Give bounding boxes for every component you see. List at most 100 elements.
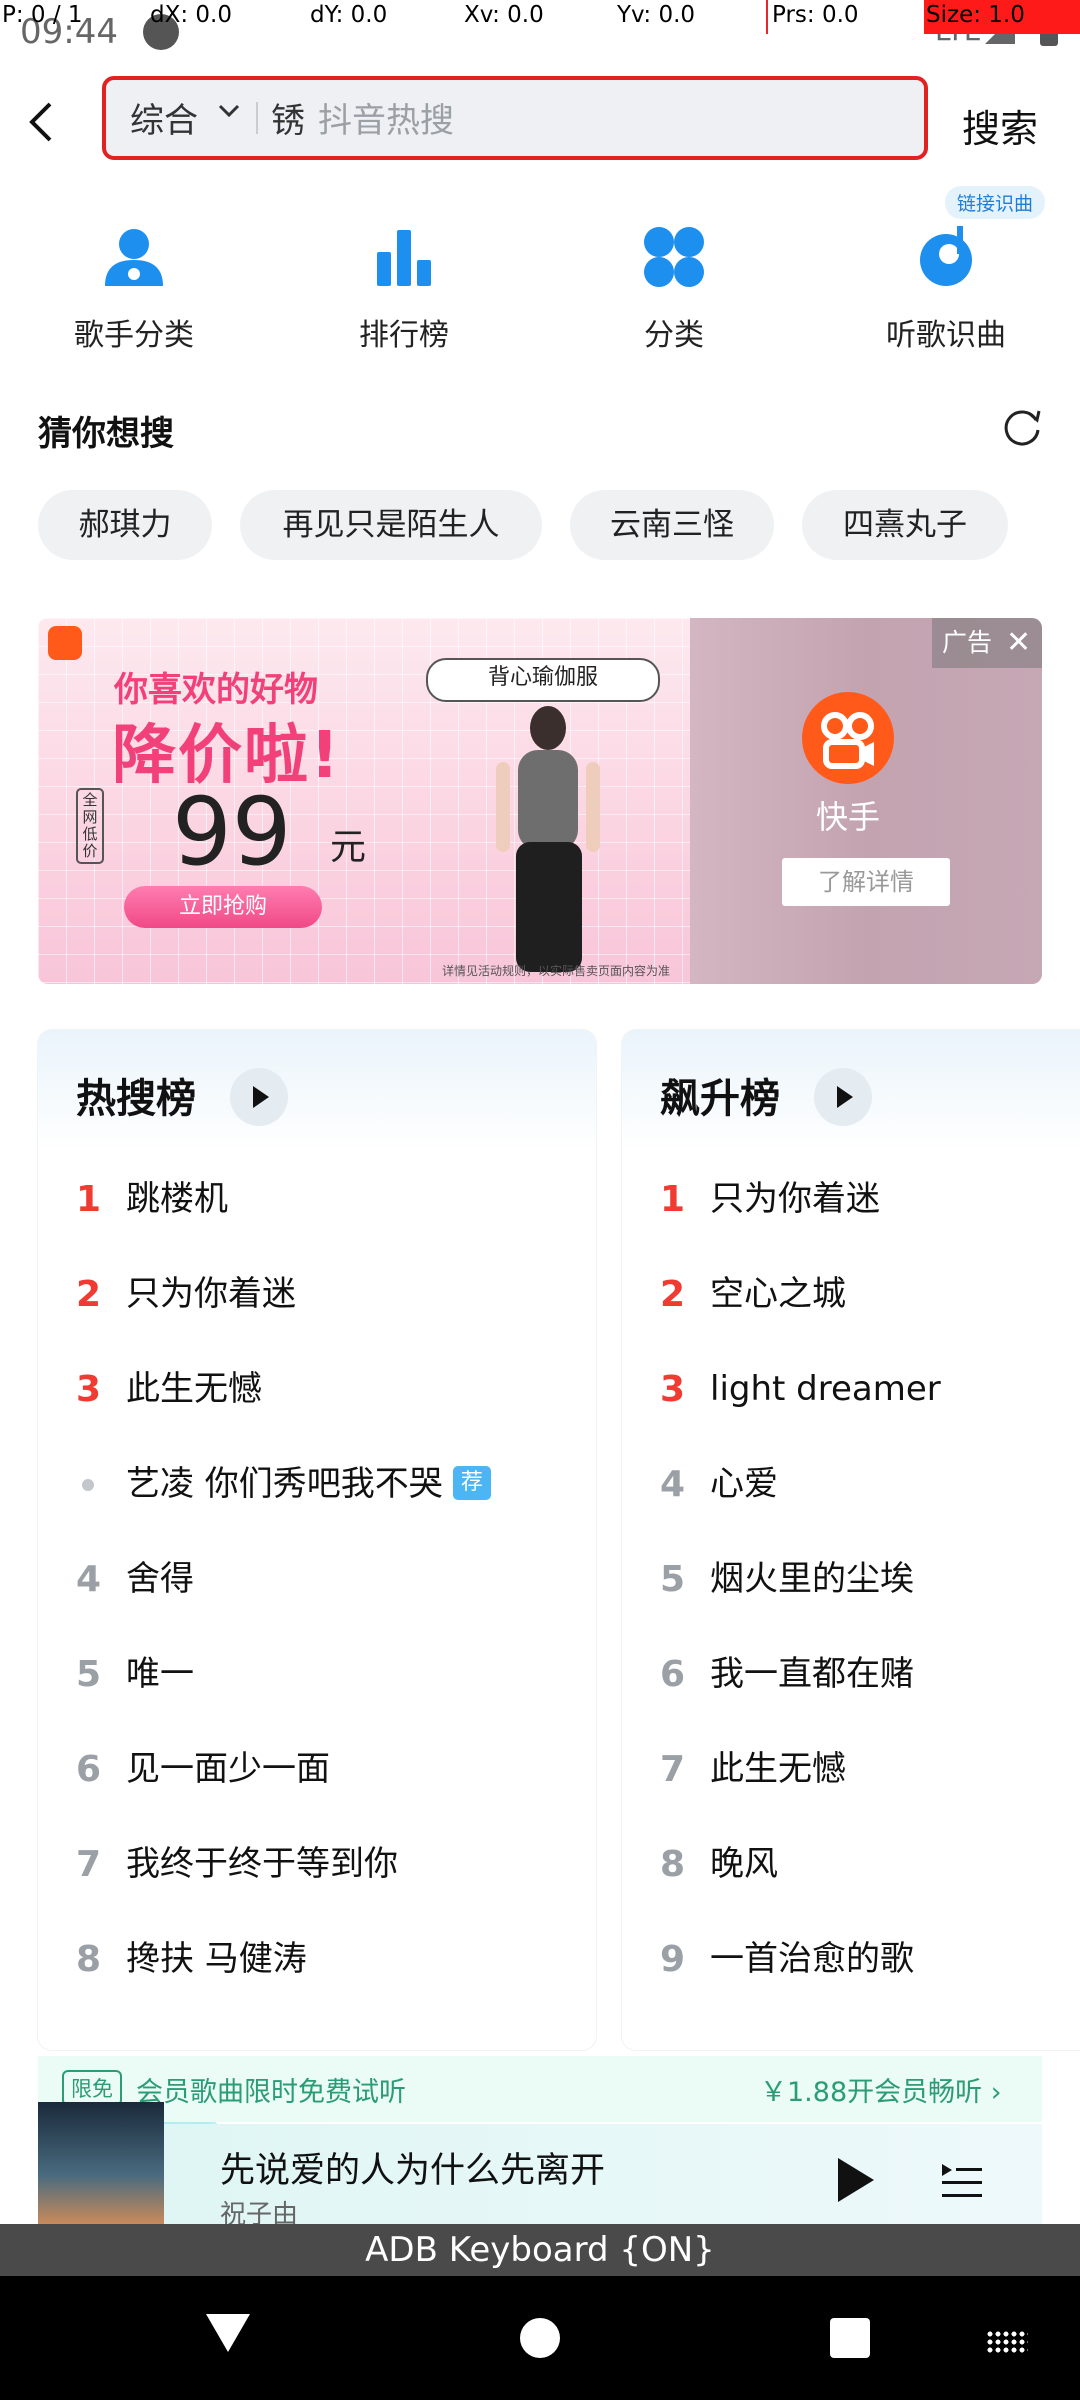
chart-row[interactable]: 9 一首治愈的歌 — [622, 1912, 1080, 2007]
recommend-badge: 荐 — [452, 1465, 491, 1500]
chart-row[interactable]: 5 烟火里的尘埃 — [622, 1532, 1080, 1627]
chart-row[interactable]: 6 我一直都在赌 — [622, 1627, 1080, 1722]
chart-row[interactable]: 7 此生无憾 — [622, 1722, 1080, 1817]
song-title-wrap: 一首治愈的歌 — [710, 1912, 914, 2007]
song-title: 此生无憾 — [126, 1369, 262, 1409]
quick-entry-category[interactable]: 分类 — [574, 222, 774, 354]
rank-number: 1 — [660, 1179, 686, 1220]
song-title: 跳楼机 — [126, 1179, 228, 1219]
ad-price: 99 — [172, 778, 292, 887]
guess-chip[interactable]: 四熹丸子 — [802, 490, 1008, 560]
chart-row[interactable]: 1 只为你着迷 — [622, 1152, 1080, 1247]
chart-row[interactable]: 4 舍得 — [38, 1532, 596, 1627]
nav-recents-icon[interactable] — [830, 2318, 870, 2358]
chart-row[interactable]: 2 只为你着迷 — [38, 1247, 596, 1342]
song-title-wrap: 唯一 — [126, 1627, 194, 1722]
keyboard-icon[interactable] — [986, 2330, 1028, 2354]
system-nav-bar — [0, 2276, 1080, 2400]
chart-row[interactable]: 7 我终于终于等到你 — [38, 1817, 596, 1912]
song-title-wrap: 烟火里的尘埃 — [710, 1532, 914, 1627]
ad-more-button[interactable]: 了解详情 — [782, 858, 950, 906]
vip-open-link[interactable]: ￥1.88开会员畅听 › — [760, 2070, 1002, 2109]
chevron-down-icon[interactable] — [216, 98, 242, 124]
search-placeholder[interactable]: 抖音热搜 — [318, 93, 454, 142]
guess-title: 猜你想搜 — [38, 414, 174, 454]
chart-row[interactable]: 3 light dreamer — [622, 1342, 1080, 1437]
vip-promo-bar[interactable]: 限免 会员歌曲限时免费试听 ￥1.88开会员畅听 › — [38, 2056, 1042, 2122]
song-title-wrap: 舍得 — [126, 1532, 194, 1627]
refresh-button[interactable] — [1000, 404, 1044, 448]
rank-number: 5 — [660, 1559, 686, 1600]
chart-row[interactable]: 8 晚风 — [622, 1817, 1080, 1912]
pointer-dx: dX: 0.0 — [150, 2, 232, 28]
player-song-title[interactable]: 先说爱的人为什么先离开 — [220, 2142, 605, 2193]
ad-label[interactable]: 广告 ✕ — [932, 618, 1042, 668]
song-title-wrap: 空心之城 — [710, 1247, 846, 1342]
hot-search-card[interactable]: 热搜榜 1 跳楼机 2 只为你着迷 3 此生无憾 艺凌 你们秀吧我不哭荐 4 舍得 5 唯一 6 见一面… — [38, 1030, 596, 2050]
search-input-text[interactable]: 锈 — [271, 93, 305, 142]
search-category[interactable]: 综合 — [130, 93, 198, 142]
pointer-yv: Yv: 0.0 — [617, 2, 696, 28]
pointer-pressure: Prs: 0.0 — [772, 2, 859, 28]
quick-entry-singer[interactable]: 歌手分类 — [34, 222, 234, 354]
song-title-wrap: 只为你着迷 — [710, 1152, 880, 1247]
card-title[interactable]: 热搜榜 — [76, 1066, 196, 1124]
playlist-icon[interactable] — [940, 2162, 984, 2202]
song-title-wrap: 我一直都在赌 — [710, 1627, 914, 1722]
singer-icon — [99, 222, 169, 292]
rank-number: 3 — [660, 1369, 686, 1410]
chart-row[interactable]: 艺凌 你们秀吧我不哭荐 — [38, 1437, 596, 1532]
rank-number: 6 — [76, 1749, 102, 1790]
vip-promo-text: 会员歌曲限时免费试听 — [136, 2077, 406, 2108]
rank-number: 2 — [660, 1274, 686, 1315]
back-arrow-icon — [29, 102, 52, 142]
song-title-wrap: 此生无憾 — [126, 1342, 262, 1437]
rank-number: 8 — [660, 1844, 686, 1885]
song-title: 我终于终于等到你 — [126, 1844, 398, 1884]
ad-buy-button[interactable]: 立即抢购 — [124, 886, 322, 928]
link-recognize-tag[interactable]: 链接识曲 — [945, 186, 1046, 219]
guess-chip[interactable]: 云南三怪 — [570, 490, 774, 560]
play-all-button[interactable] — [814, 1068, 872, 1126]
rank-number: 4 — [76, 1559, 102, 1600]
chart-row[interactable]: 1 跳楼机 — [38, 1152, 596, 1247]
chart-bars-icon — [369, 222, 439, 292]
quick-entry-label: 排行榜 — [359, 318, 449, 353]
chart-row[interactable]: 2 空心之城 — [622, 1247, 1080, 1342]
play-all-button[interactable] — [230, 1068, 288, 1126]
search-box[interactable]: 综合 锈 抖音热搜 — [102, 76, 928, 160]
mini-player[interactable]: 先说爱的人为什么先离开 祝子由 — [38, 2102, 1042, 2230]
chart-row[interactable]: 4 心爱 — [622, 1437, 1080, 1532]
back-button[interactable] — [22, 100, 62, 144]
rank-number: 6 — [660, 1654, 686, 1695]
song-title: 此生无憾 — [710, 1749, 846, 1789]
guess-chip[interactable]: 郝琪力 — [38, 490, 212, 560]
song-title: 搀扶 马健涛 — [126, 1939, 307, 1979]
song-title: 晚风 — [710, 1844, 778, 1884]
play-icon[interactable] — [838, 2158, 874, 2202]
quick-entry-recognize[interactable]: 听歌识曲 — [846, 222, 1046, 354]
category-icon — [639, 222, 709, 292]
album-cover[interactable] — [38, 2102, 164, 2224]
chart-row[interactable]: 5 唯一 — [38, 1627, 596, 1722]
nav-home-icon[interactable] — [520, 2318, 560, 2358]
rank-dot — [82, 1479, 94, 1491]
song-title: 唯一 — [126, 1654, 194, 1694]
chart-row[interactable]: 3 此生无憾 — [38, 1342, 596, 1437]
chart-row[interactable]: 8 搀扶 马健涛 — [38, 1912, 596, 2007]
close-icon[interactable]: ✕ — [1006, 618, 1031, 668]
search-button[interactable]: 搜索 — [962, 98, 1038, 153]
song-title: light dreamer — [710, 1369, 941, 1409]
guess-chip[interactable]: 再见只是陌生人 — [240, 490, 542, 560]
pointer-size: Size: 1.0 — [926, 2, 1025, 28]
ad-footnote: 详情见活动规则，以实际售卖页面内容为准 — [442, 964, 671, 978]
song-title: 舍得 — [126, 1559, 194, 1599]
rank-number: 1 — [76, 1179, 102, 1220]
card-title[interactable]: 飙升榜 — [660, 1066, 780, 1124]
rising-chart-card[interactable]: 飙升榜 1 只为你着迷 2 空心之城 3 light dreamer 4 心爱 5 烟火里的尘埃 6… — [622, 1030, 1080, 2050]
nav-back-icon[interactable] — [206, 2314, 250, 2352]
kuaishou-logo-icon — [802, 692, 894, 784]
pointer-count: P: 0 / 1 — [2, 2, 83, 28]
chart-row[interactable]: 6 见一面少一面 — [38, 1722, 596, 1817]
quick-entry-chart[interactable]: 排行榜 — [304, 222, 504, 354]
